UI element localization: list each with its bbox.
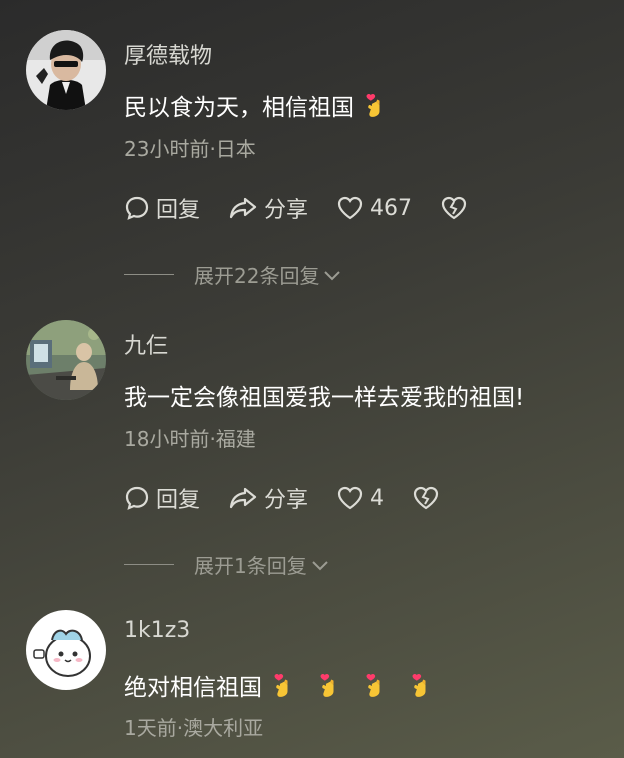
divider xyxy=(124,274,174,275)
finger-heart-emoji-icon xyxy=(364,673,382,705)
comment-actions: 回复 分享 467 xyxy=(124,193,502,223)
comment-username[interactable]: 九仨 xyxy=(124,328,168,360)
avatar[interactable] xyxy=(26,320,106,400)
heart-icon xyxy=(337,196,363,220)
reply-label: 回复 xyxy=(156,488,201,513)
comment-text: 我一定会像祖国爱我一样去爱我的祖国! xyxy=(124,378,524,412)
chevron-down-icon xyxy=(324,270,341,280)
share-arrow-icon xyxy=(229,197,257,219)
comment-meta: 18小时前·福建 xyxy=(124,427,256,451)
avatar[interactable] xyxy=(26,610,106,690)
chevron-down-icon xyxy=(312,560,328,570)
reply-button[interactable]: 回复 xyxy=(124,482,200,514)
comment-bubble-icon xyxy=(125,486,149,510)
reply-label: 回复 xyxy=(156,198,201,223)
expand-replies[interactable]: 展开22条回复 xyxy=(124,260,342,289)
expand-replies[interactable]: 展开1条回复 xyxy=(124,550,330,579)
comment-actions: 回复 分享 4 xyxy=(124,483,474,513)
like-button[interactable]: 4 xyxy=(336,485,384,511)
finger-heart-emoji-icon xyxy=(364,93,382,125)
share-arrow-icon xyxy=(229,487,257,509)
like-button[interactable]: 467 xyxy=(336,195,412,221)
share-label: 分享 xyxy=(264,488,309,513)
share-button[interactable]: 分享 xyxy=(228,192,308,224)
dislike-button[interactable] xyxy=(440,195,474,221)
comment-text-content: 我一定会像祖国爱我一样去爱我的祖国! xyxy=(124,385,525,411)
heart-icon xyxy=(337,486,363,510)
dislike-button[interactable] xyxy=(412,485,446,511)
finger-heart-emoji-icon xyxy=(410,673,428,705)
avatar[interactable] xyxy=(26,30,106,110)
divider xyxy=(124,564,174,565)
reply-button[interactable]: 回复 xyxy=(124,192,200,224)
comment-text: 民以食为天，相信祖国 xyxy=(124,88,382,125)
expand-replies-label: 展开1条回复 xyxy=(194,554,307,578)
broken-heart-icon xyxy=(441,196,467,220)
comment-bubble-icon xyxy=(125,196,149,220)
comment-text-content: 绝对相信祖国 xyxy=(124,675,262,701)
share-label: 分享 xyxy=(264,198,309,223)
like-count: 4 xyxy=(370,485,385,511)
like-count: 467 xyxy=(370,195,413,221)
expand-replies-label: 展开22条回复 xyxy=(194,264,320,288)
broken-heart-icon xyxy=(413,486,439,510)
comment-text: 绝对相信祖国 xyxy=(124,668,428,705)
finger-heart-emoji-icon xyxy=(318,673,336,705)
comment-username[interactable]: 1k1z3 xyxy=(124,618,190,643)
comment-username[interactable]: 厚德载物 xyxy=(124,38,212,70)
comment-text-content: 民以食为天，相信祖国 xyxy=(124,95,354,121)
comment-meta: 1天前·澳大利亚 xyxy=(124,716,264,740)
finger-heart-emoji-icon xyxy=(272,673,290,705)
share-button[interactable]: 分享 xyxy=(228,482,308,514)
comment-meta: 23小时前·日本 xyxy=(124,137,256,161)
